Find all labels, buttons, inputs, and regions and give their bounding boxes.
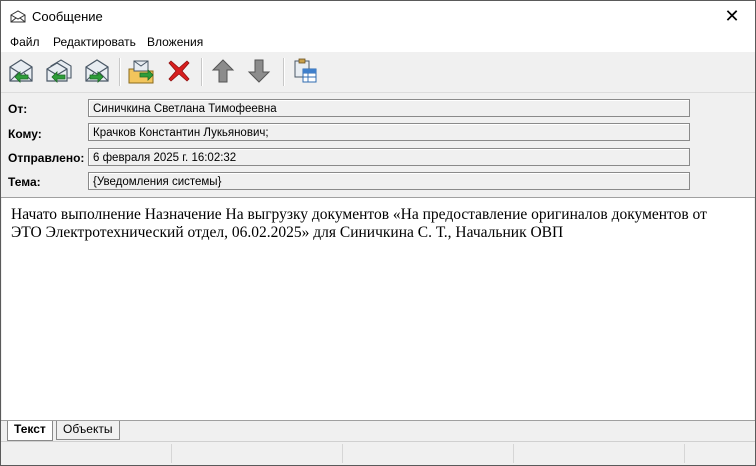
menu-bar: Файл Редактировать Вложения	[1, 32, 755, 52]
message-headers: От: Синичкина Светлана Тимофеевна Кому: …	[1, 93, 755, 198]
envelope-forward-icon	[82, 57, 112, 88]
reply-button[interactable]	[5, 56, 37, 88]
to-label: Кому:	[8, 127, 42, 141]
sent-label: Отправлено:	[8, 151, 85, 165]
subject-label: Тема:	[8, 175, 41, 189]
status-divider	[513, 444, 514, 463]
menu-attachments[interactable]: Вложения	[147, 35, 203, 49]
menu-edit[interactable]: Редактировать	[53, 35, 136, 49]
envelope-reply-all-icon	[44, 57, 74, 88]
window-title: Сообщение	[32, 9, 103, 24]
menu-file[interactable]: Файл	[10, 35, 40, 49]
toolbar-separator	[119, 58, 121, 86]
properties-button[interactable]	[289, 56, 321, 88]
tab-text[interactable]: Текст	[7, 421, 53, 441]
toolbar	[1, 52, 755, 93]
reply-all-button[interactable]	[43, 56, 75, 88]
subject-field[interactable]: {Уведомления системы}	[88, 172, 690, 190]
from-label: От:	[8, 102, 28, 116]
arrow-down-icon	[246, 57, 272, 88]
status-divider	[684, 444, 685, 463]
toolbar-separator	[283, 58, 285, 86]
status-bar	[1, 441, 755, 465]
status-divider	[171, 444, 172, 463]
status-divider	[342, 444, 343, 463]
envelope-reply-icon	[6, 57, 36, 88]
title-bar: Сообщение ✕	[1, 1, 755, 32]
message-window: Сообщение ✕ Файл Редактировать Вложения	[0, 0, 756, 466]
forward-button[interactable]	[81, 56, 113, 88]
to-field[interactable]: Крачков Константин Лукьянович;	[88, 123, 690, 141]
previous-message-button[interactable]	[207, 56, 239, 88]
bottom-tabs: Текст Объекты	[1, 420, 755, 441]
delete-icon	[166, 58, 192, 87]
tab-objects[interactable]: Объекты	[56, 421, 120, 440]
message-body-text: Начато выполнение Назначение На выгрузку…	[11, 206, 707, 241]
close-button[interactable]: ✕	[709, 1, 755, 32]
envelope-icon	[10, 10, 26, 23]
toolbar-separator	[201, 58, 203, 86]
close-icon: ✕	[724, 6, 740, 26]
next-message-button[interactable]	[243, 56, 275, 88]
arrow-up-icon	[210, 57, 236, 88]
move-to-folder-button[interactable]	[125, 56, 157, 88]
folder-envelope-icon	[126, 57, 156, 88]
delete-button[interactable]	[163, 56, 195, 88]
from-field[interactable]: Синичкина Светлана Тимофеевна	[88, 99, 690, 117]
message-body[interactable]: Начато выполнение Назначение На выгрузку…	[2, 198, 754, 420]
clipboard-table-icon	[291, 57, 319, 88]
sent-field[interactable]: 6 февраля 2025 г. 16:02:32	[88, 148, 690, 166]
